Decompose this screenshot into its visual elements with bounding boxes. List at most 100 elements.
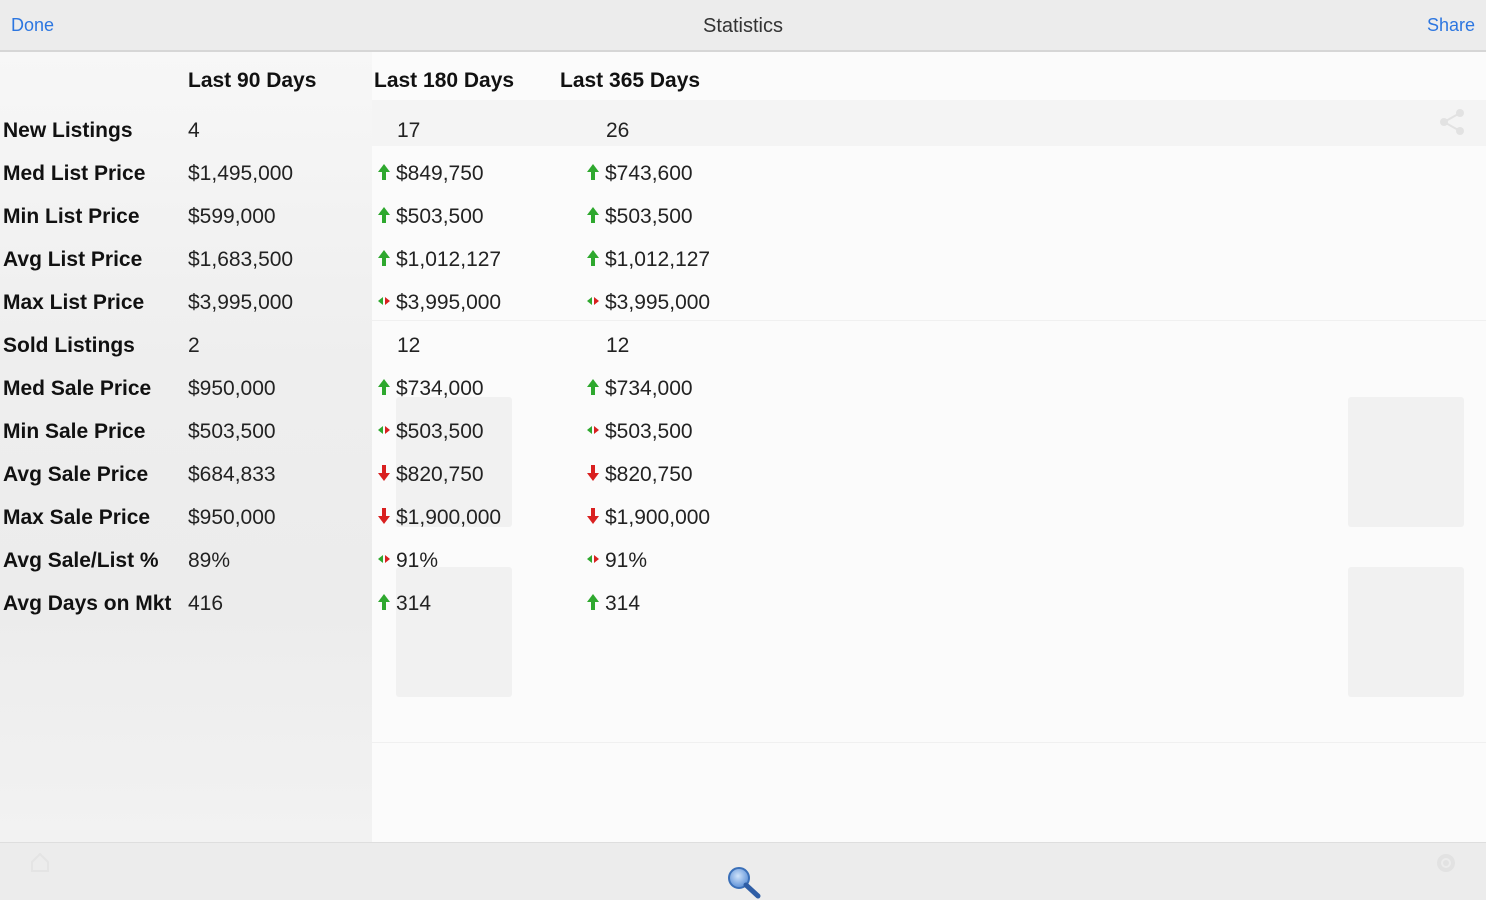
value-365-days: 26 <box>606 119 629 143</box>
column-header-365-days: Last 365 Days <box>560 69 701 92</box>
gear-icon[interactable] <box>1434 851 1458 875</box>
trend-value: $820,750 <box>396 463 484 486</box>
search-icon[interactable] <box>724 865 764 899</box>
trend-value: 12 <box>397 334 421 357</box>
value-180-days: 314 <box>377 592 431 616</box>
trend-down-icon <box>586 464 602 484</box>
value-180-days: $1,012,127 <box>377 248 501 272</box>
background-tile <box>1348 397 1464 527</box>
table-row: Max List Price $3,995,000 $3,995,000 $3,995… <box>0 283 740 323</box>
row-label: Max List Price <box>3 291 145 314</box>
trend-flat-icon <box>586 550 602 570</box>
trend-up-icon <box>586 593 602 613</box>
trend-value: $3,995,000 <box>396 291 502 314</box>
value-365-days: $734,000 <box>586 377 693 401</box>
trend-value: $1,012,127 <box>605 248 711 271</box>
trend-value: 314 <box>605 592 641 615</box>
value-180-days: $849,750 <box>377 162 484 186</box>
row-label: Max Sale Price <box>3 506 151 529</box>
value-90-days: 89% <box>188 549 231 572</box>
value-90-days: $1,683,500 <box>188 248 294 271</box>
value-90-days: $684,833 <box>188 463 276 486</box>
value-365-days: $3,995,000 <box>586 291 710 315</box>
trend-value: $1,900,000 <box>605 506 711 529</box>
row-label: Avg Sale/List % <box>3 549 159 572</box>
bottom-toolbar <box>0 842 1486 900</box>
table-row: Avg List Price $1,683,500 $1,012,127 $1,012… <box>0 240 740 280</box>
trend-value: $503,500 <box>396 205 484 228</box>
trend-value: 17 <box>397 119 421 142</box>
page-title: Statistics <box>702 15 784 37</box>
value-180-days: $820,750 <box>377 463 484 487</box>
trend-value: $734,000 <box>396 377 484 400</box>
share-icon <box>1440 109 1464 135</box>
value-90-days: $503,500 <box>188 420 276 443</box>
trend-down-icon <box>377 464 393 484</box>
value-90-days: 4 <box>188 119 200 142</box>
trend-value: 91% <box>605 549 648 572</box>
row-label: Avg Sale Price <box>3 463 149 486</box>
trend-up-icon <box>377 249 393 269</box>
trend-value: 314 <box>396 592 432 615</box>
trend-value: 91% <box>396 549 439 572</box>
row-label: Med Sale Price <box>3 377 152 400</box>
trend-down-icon <box>377 507 393 527</box>
value-365-days: $503,500 <box>586 420 693 444</box>
row-label: Avg List Price <box>3 248 143 271</box>
navigation-bar: Done Statistics Share <box>0 0 1486 52</box>
value-180-days: $1,900,000 <box>377 506 501 530</box>
trend-up-icon <box>377 163 393 183</box>
share-button[interactable]: Share <box>1427 15 1475 36</box>
trend-up-icon <box>377 378 393 398</box>
trend-value: $503,500 <box>605 205 693 228</box>
table-row: Avg Days on Mkt 416 314 314 <box>0 584 740 624</box>
table-row: Med Sale Price $950,000 $734,000 $734,000 <box>0 369 740 409</box>
value-365-days: $503,500 <box>586 205 693 229</box>
table-row: Avg Sale/List % 89% 91% 91% <box>0 541 740 581</box>
value-365-days: 12 <box>606 334 629 358</box>
value-90-days: 2 <box>188 334 200 357</box>
trend-up-icon <box>586 378 602 398</box>
trend-flat-icon <box>586 292 602 312</box>
row-label: Min List Price <box>3 205 140 228</box>
trend-up-icon <box>586 206 602 226</box>
trend-up-icon <box>586 163 602 183</box>
value-365-days: 91% <box>586 549 647 573</box>
trend-up-icon <box>586 249 602 269</box>
trend-value: 26 <box>606 119 630 142</box>
trend-value: $1,900,000 <box>396 506 502 529</box>
row-label: Avg Days on Mkt <box>3 592 172 615</box>
value-365-days: $1,900,000 <box>586 506 710 530</box>
value-180-days: $3,995,000 <box>377 291 501 315</box>
trend-value: $3,995,000 <box>605 291 711 314</box>
value-90-days: 416 <box>188 592 224 615</box>
value-90-days: $950,000 <box>188 506 276 529</box>
trend-up-icon <box>377 593 393 613</box>
background-divider <box>372 742 1486 743</box>
trend-value: $849,750 <box>396 162 484 185</box>
column-header-90-days: Last 90 Days <box>188 69 317 92</box>
background-tile <box>1348 567 1464 697</box>
value-365-days: $743,600 <box>586 162 693 186</box>
value-365-days: $1,012,127 <box>586 248 710 272</box>
table-row: Avg Sale Price $684,833 $820,750 $820,750 <box>0 455 740 495</box>
row-label: Sold Listings <box>3 334 135 357</box>
table-row: Min List Price $599,000 $503,500 $503,500 <box>0 197 740 237</box>
row-label: New Listings <box>3 119 133 142</box>
value-365-days: 314 <box>586 592 640 616</box>
value-180-days: 91% <box>377 549 438 573</box>
trend-down-icon <box>586 507 602 527</box>
trend-value: $503,500 <box>396 420 484 443</box>
value-180-days: $503,500 <box>377 205 484 229</box>
trend-value: $503,500 <box>605 420 693 443</box>
value-180-days: $734,000 <box>377 377 484 401</box>
home-icon <box>31 852 49 872</box>
table-row: New Listings 4 17 26 <box>0 111 740 151</box>
column-header-180-days: Last 180 Days <box>374 69 515 92</box>
table-row: Max Sale Price $950,000 $1,900,000 $1,900,0… <box>0 498 740 538</box>
value-180-days: $503,500 <box>377 420 484 444</box>
table-row: Med List Price $1,495,000 $849,750 $743,600 <box>0 154 740 194</box>
value-90-days: $950,000 <box>188 377 276 400</box>
value-90-days: $3,995,000 <box>188 291 294 314</box>
value-90-days: $599,000 <box>188 205 276 228</box>
